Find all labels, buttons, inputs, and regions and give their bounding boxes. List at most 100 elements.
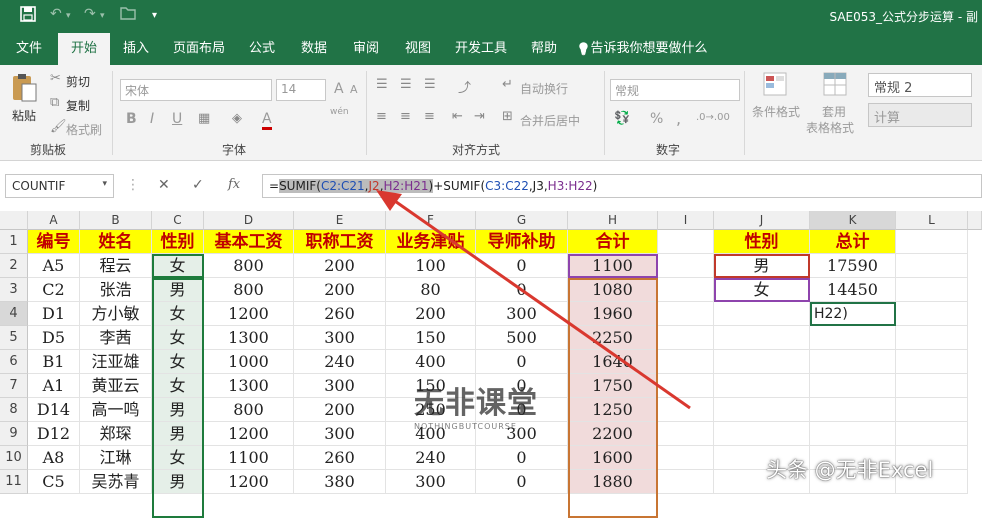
- cell-B11[interactable]: 吴苏青: [80, 470, 152, 494]
- cell-G1[interactable]: 导师补助: [476, 230, 568, 254]
- cell-J5[interactable]: [714, 326, 810, 350]
- cell-L9[interactable]: [896, 422, 968, 446]
- cell-F4[interactable]: 200: [386, 302, 476, 326]
- cell-F11[interactable]: 300: [386, 470, 476, 494]
- cell-D8[interactable]: 800: [204, 398, 294, 422]
- font-name-select[interactable]: 宋体: [120, 79, 272, 101]
- row-header[interactable]: 2: [0, 254, 28, 278]
- cell-K2[interactable]: 17590: [810, 254, 896, 278]
- cell-C2[interactable]: 女: [152, 254, 204, 278]
- cell-D10[interactable]: 1100: [204, 446, 294, 470]
- cell-A10[interactable]: A8: [28, 446, 80, 470]
- column-header-I[interactable]: I: [658, 211, 714, 230]
- format-as-table-icon[interactable]: [822, 71, 848, 101]
- cell-D5[interactable]: 1300: [204, 326, 294, 350]
- tab-4[interactable]: 公式: [236, 33, 288, 65]
- cell-E8[interactable]: 200: [294, 398, 386, 422]
- tab-9[interactable]: 帮助: [518, 33, 570, 65]
- cell-F1[interactable]: 业务津贴: [386, 230, 476, 254]
- cell-K4[interactable]: H22): [810, 302, 896, 326]
- conditional-format-button[interactable]: 条件格式: [752, 103, 800, 120]
- orientation-icon[interactable]: ⤴: [458, 77, 471, 96]
- cell-A7[interactable]: A1: [28, 374, 80, 398]
- cell-A5[interactable]: D5: [28, 326, 80, 350]
- cell-J1[interactable]: 性别: [714, 230, 810, 254]
- cell-L5[interactable]: [896, 326, 968, 350]
- cell-J9[interactable]: [714, 422, 810, 446]
- row-header[interactable]: 6: [0, 350, 28, 374]
- cell-D4[interactable]: 1200: [204, 302, 294, 326]
- cell-K3[interactable]: 14450: [810, 278, 896, 302]
- cell-G4[interactable]: 300: [476, 302, 568, 326]
- cell-F6[interactable]: 400: [386, 350, 476, 374]
- tab-7[interactable]: 视图: [392, 33, 444, 65]
- cell-K8[interactable]: [810, 398, 896, 422]
- cell-H2[interactable]: 1100: [568, 254, 658, 278]
- cell-J2[interactable]: 男: [714, 254, 810, 278]
- cut-button[interactable]: 剪切: [66, 73, 90, 90]
- cell-A11[interactable]: C5: [28, 470, 80, 494]
- row-header[interactable]: 11: [0, 470, 28, 494]
- cell-C4[interactable]: 女: [152, 302, 204, 326]
- align-top-icon[interactable]: ☰: [376, 77, 388, 92]
- tab-8[interactable]: 开发工具: [444, 33, 518, 65]
- merge-center-button[interactable]: 合并后居中: [520, 112, 580, 129]
- redo-icon[interactable]: ↷: [84, 6, 96, 22]
- row-header[interactable]: 5: [0, 326, 28, 350]
- cell-H9[interactable]: 2200: [568, 422, 658, 446]
- qat-customize-icon[interactable]: ▾: [152, 10, 157, 21]
- font-size-select[interactable]: 14: [276, 79, 326, 101]
- cell-I10[interactable]: [658, 446, 714, 470]
- cell-E11[interactable]: 380: [294, 470, 386, 494]
- cell-E5[interactable]: 300: [294, 326, 386, 350]
- bold-button[interactable]: B: [126, 111, 137, 127]
- drag-handle-icon[interactable]: ⋮: [126, 177, 140, 193]
- cell-G2[interactable]: 0: [476, 254, 568, 278]
- column-header-J[interactable]: J: [714, 211, 810, 230]
- cell-I3[interactable]: [658, 278, 714, 302]
- align-middle-icon[interactable]: ☰: [400, 77, 412, 92]
- cell-B10[interactable]: 江琳: [80, 446, 152, 470]
- row-header[interactable]: 9: [0, 422, 28, 446]
- phonetic-icon[interactable]: wén: [330, 107, 349, 117]
- cell-C10[interactable]: 女: [152, 446, 204, 470]
- cell-D11[interactable]: 1200: [204, 470, 294, 494]
- cell-I8[interactable]: [658, 398, 714, 422]
- column-header-E[interactable]: E: [294, 211, 386, 230]
- style-normal-2[interactable]: 常规 2: [868, 73, 972, 97]
- cell-H3[interactable]: 1080: [568, 278, 658, 302]
- align-center-icon[interactable]: ≡: [400, 109, 411, 124]
- cell-L6[interactable]: [896, 350, 968, 374]
- cell-I11[interactable]: [658, 470, 714, 494]
- borders-icon[interactable]: ▦: [198, 111, 210, 126]
- style-calculation[interactable]: 计算: [868, 103, 972, 127]
- cell-L3[interactable]: [896, 278, 968, 302]
- cell-K1[interactable]: 总计: [810, 230, 896, 254]
- format-painter-button[interactable]: 格式刷: [66, 121, 102, 138]
- column-header-F[interactable]: F: [386, 211, 476, 230]
- cell-I7[interactable]: [658, 374, 714, 398]
- cell-C11[interactable]: 男: [152, 470, 204, 494]
- cell-G5[interactable]: 500: [476, 326, 568, 350]
- cell-L8[interactable]: [896, 398, 968, 422]
- indent-increase-icon[interactable]: ⇥: [474, 109, 485, 124]
- cell-B7[interactable]: 黄亚云: [80, 374, 152, 398]
- column-header-D[interactable]: D: [204, 211, 294, 230]
- wrap-text-button[interactable]: 自动换行: [520, 80, 568, 97]
- cell-I1[interactable]: [658, 230, 714, 254]
- conditional-format-icon[interactable]: [762, 71, 788, 101]
- cell-B9[interactable]: 郑琛: [80, 422, 152, 446]
- cell-I9[interactable]: [658, 422, 714, 446]
- cell-I2[interactable]: [658, 254, 714, 278]
- cell-E4[interactable]: 260: [294, 302, 386, 326]
- paste-button[interactable]: 粘贴: [12, 107, 36, 124]
- enter-icon[interactable]: ✓: [192, 177, 204, 193]
- increase-font-icon[interactable]: A: [334, 81, 344, 97]
- cell-B2[interactable]: 程云: [80, 254, 152, 278]
- cell-K5[interactable]: [810, 326, 896, 350]
- cell-H11[interactable]: 1880: [568, 470, 658, 494]
- cell-K9[interactable]: [810, 422, 896, 446]
- tab-3[interactable]: 页面布局: [162, 33, 236, 65]
- cell-A8[interactable]: D14: [28, 398, 80, 422]
- cell-C6[interactable]: 女: [152, 350, 204, 374]
